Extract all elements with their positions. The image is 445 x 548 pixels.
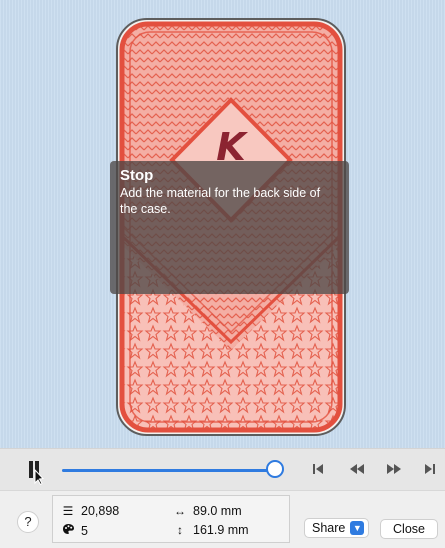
- playback-slider[interactable]: [62, 469, 284, 472]
- chevron-down-icon[interactable]: ▼: [350, 521, 365, 535]
- palette-icon: [61, 523, 75, 538]
- stop-message-overlay: Stop Add the material for the back side …: [110, 161, 349, 294]
- rewind-icon[interactable]: [348, 462, 366, 476]
- stop-title: Stop: [120, 167, 154, 184]
- skip-to-start-icon[interactable]: [310, 462, 326, 476]
- share-button[interactable]: Share ▼: [304, 518, 370, 538]
- width-arrow-icon: ↔: [174, 504, 186, 518]
- stitch-count-stat: ☰ 20,898: [61, 504, 120, 518]
- stop-marker-icon[interactable]: [26, 459, 48, 485]
- color-count-stat: 5: [61, 523, 88, 538]
- color-count: 5: [81, 523, 88, 538]
- fast-forward-icon[interactable]: [385, 462, 403, 476]
- height-arrow-icon: ↕: [177, 523, 183, 537]
- height-stat: ↕ 161.9 mm: [173, 523, 249, 537]
- playback-progress-fill: [62, 469, 275, 472]
- close-button[interactable]: Close: [380, 519, 438, 539]
- design-width: 89.0 mm: [193, 504, 242, 518]
- stitches-icon: ☰: [62, 504, 74, 518]
- design-preview-canvas: K Stop Add the material for the back sid…: [0, 0, 445, 448]
- design-stats: ☰ 20,898 5 ↔ 89.0 mm ↕ 161.9 mm: [52, 495, 290, 543]
- status-bar: ? ☰ 20,898 5 ↔ 89.0 mm ↕ 161.9 mm Share …: [0, 490, 445, 548]
- help-button[interactable]: ?: [17, 511, 39, 533]
- share-label: Share: [312, 521, 346, 535]
- design-height: 161.9 mm: [193, 523, 249, 537]
- skip-to-end-icon[interactable]: [422, 462, 438, 476]
- stitch-count: 20,898: [81, 504, 120, 518]
- playback-slider-knob[interactable]: [266, 460, 284, 478]
- playback-bar: [0, 448, 445, 490]
- width-stat: ↔ 89.0 mm: [173, 504, 242, 518]
- stop-message: Add the material for the back side of th…: [120, 186, 321, 216]
